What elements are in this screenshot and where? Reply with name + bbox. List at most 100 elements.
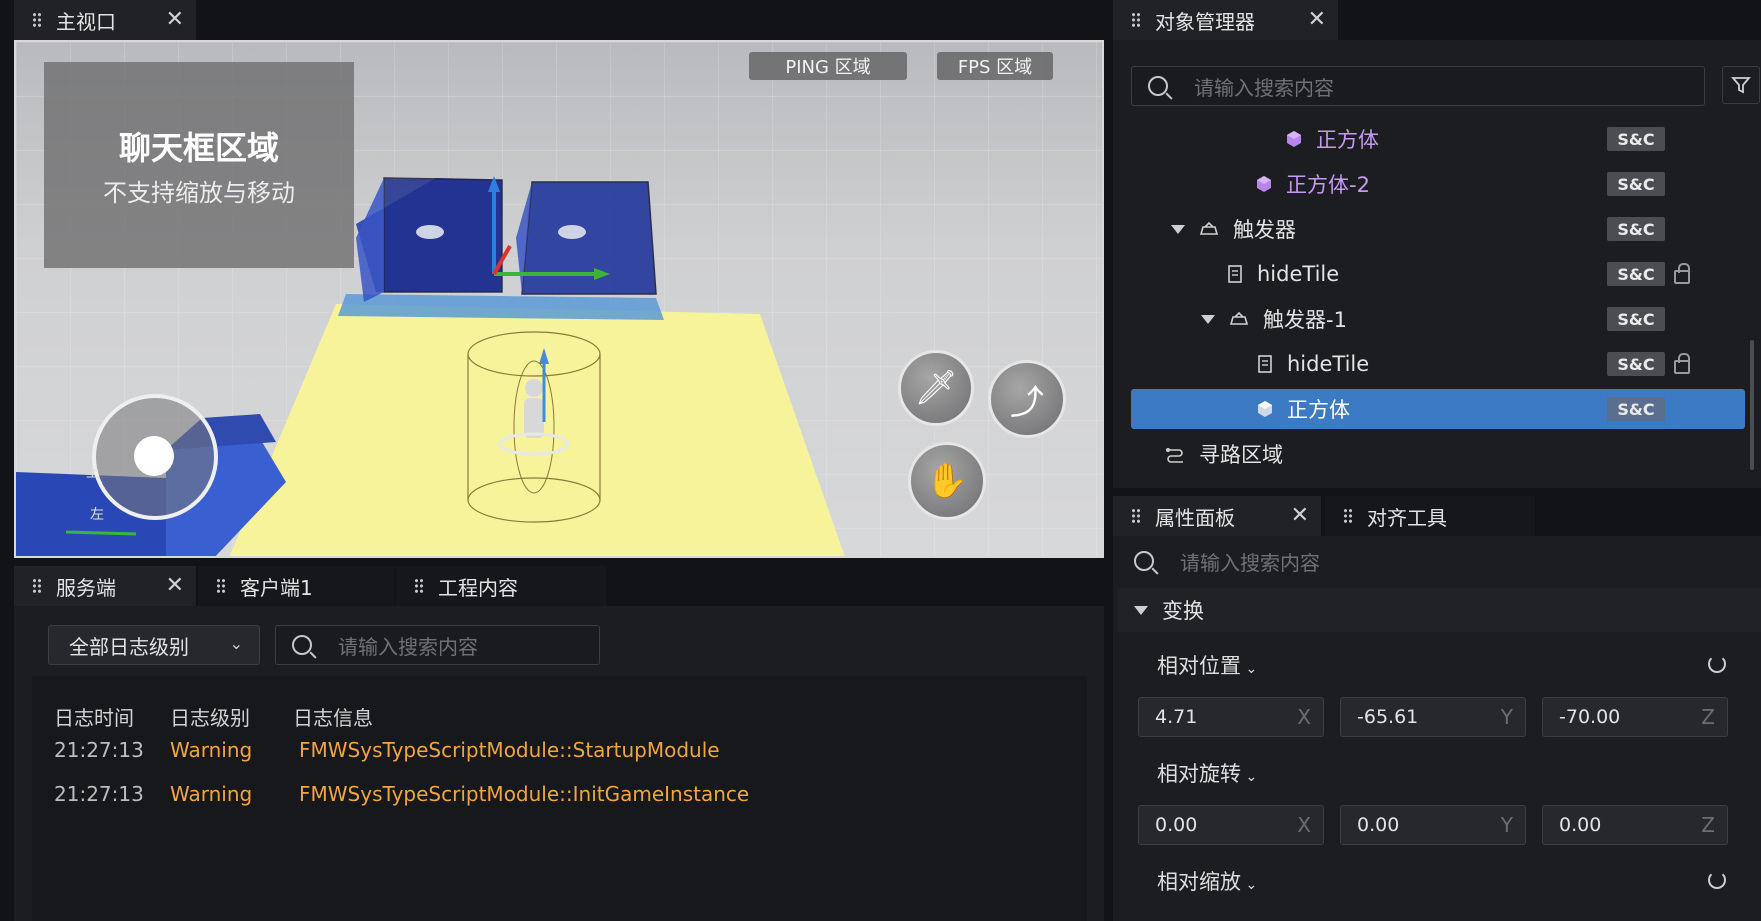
drag-handle-icon[interactable] [32,578,42,594]
log-message[interactable]: FMWSysTypeScriptModule::StartupModule [299,738,720,762]
tab-label: 对齐工具 [1367,505,1447,530]
interact-button[interactable]: ✋ [908,442,986,520]
tab-properties[interactable]: 属性面板 ✕ [1113,496,1321,536]
log-level-select[interactable]: 全部日志级别 ⌄ [48,625,260,665]
close-icon[interactable]: ✕ [166,575,184,597]
scrollbar[interactable] [1750,340,1754,470]
transform-section-header[interactable]: 变换 [1118,588,1761,632]
chat-area-subtitle: 不支持缩放与移动 [103,178,295,207]
tab-label: 工程内容 [438,575,518,600]
script-icon [1228,265,1242,283]
ping-area-label: PING 区域 [749,52,907,80]
tab-server[interactable]: 服务端 ✕ [14,566,196,606]
tab-label: 属性面板 [1155,505,1235,530]
search-placeholder: 请输入搜索内容 [1194,75,1334,100]
reset-icon[interactable] [1708,871,1726,889]
sc-badge: S&C [1607,307,1665,331]
axis-label: X [1297,813,1311,837]
relative-position-label[interactable]: 相对位置 ⌄ [1157,650,1257,680]
log-time: 21:27:13 [54,782,144,806]
drag-handle-icon[interactable] [1131,12,1141,28]
sc-badge: S&C [1607,262,1665,286]
properties-search-input[interactable]: 请输入搜索内容 [1118,541,1761,581]
rotation-y-field[interactable]: 0.00 Y [1340,805,1526,845]
tab-main-view[interactable]: 主视口 ✕ [14,0,196,40]
jump-icon: ⤴ [1010,382,1044,423]
attack-button[interactable]: 🗡 [898,350,974,426]
tab-client[interactable]: 客户端1 [198,566,394,606]
joystick-left-label: 左 [90,507,104,523]
axis-label: Z [1701,705,1715,729]
chat-area-title: 聊天框区域 [118,128,279,167]
filter-button[interactable] [1722,66,1760,104]
expand-arrow-icon[interactable] [1201,314,1215,324]
axis-label: Y [1500,705,1513,729]
lock-icon[interactable] [1674,263,1690,284]
main-viewport[interactable]: 聊天框区域 不支持缩放与移动 PING 区域 FPS 区域 上 左 🗡 ⤴ ✋ [14,40,1104,558]
search-icon [292,635,312,655]
position-y-field[interactable]: -65.61 Y [1340,697,1526,737]
object-search-input[interactable]: 请输入搜索内容 [1131,66,1705,106]
close-icon[interactable]: ✕ [1291,505,1309,527]
drag-handle-icon[interactable] [1343,508,1353,524]
tree-item-label: 触发器 [1233,218,1296,242]
tab-label: 服务端 [56,575,116,600]
position-x-field[interactable]: 4.71 X [1138,697,1324,737]
joystick-knob[interactable] [134,436,174,476]
log-message[interactable]: FMWSysTypeScriptModule::InitGameInstance [299,782,749,806]
log-level-value: 全部日志级别 [69,634,189,659]
close-icon[interactable]: ✕ [1308,9,1326,31]
log-level: Warning [170,738,253,762]
cube-icon [1287,131,1301,147]
jump-button[interactable]: ⤴ [988,360,1066,438]
section-title: 变换 [1162,599,1204,623]
search-icon [1148,76,1168,96]
drag-handle-icon[interactable] [1131,508,1141,524]
axis-label: Y [1500,813,1513,837]
cube-icon [1257,176,1271,192]
rotation-x-field[interactable]: 0.00 X [1138,805,1324,845]
column-header-time: 日志时间 [54,706,134,730]
navmesh-icon [1166,448,1183,463]
lock-icon[interactable] [1674,353,1690,374]
column-header-message: 日志信息 [293,706,373,730]
sc-badge: S&C [1607,217,1665,241]
chevron-down-icon: ⌄ [229,634,243,653]
axis-label: Z [1701,813,1715,837]
script-icon [1258,355,1272,373]
tree-item-label: 寻路区域 [1199,443,1283,467]
relative-scale-label[interactable]: 相对缩放 ⌄ [1157,866,1257,896]
tab-align-tools[interactable]: 对齐工具 [1325,496,1535,536]
tab-project[interactable]: 工程内容 [396,566,606,606]
virtual-joystick[interactable] [92,394,218,520]
expand-arrow-icon[interactable] [1171,224,1185,234]
sc-badge: S&C [1607,127,1665,151]
collapse-arrow-icon[interactable] [1134,605,1148,615]
search-placeholder: 请输入搜索内容 [1180,550,1320,575]
relative-rotation-label[interactable]: 相对旋转 ⌄ [1157,758,1257,788]
tab-label: 客户端1 [240,575,313,600]
sc-badge: S&C [1607,172,1665,196]
drag-handle-icon[interactable] [32,12,42,28]
tab-object-manager[interactable]: 对象管理器 ✕ [1113,0,1338,40]
log-time: 21:27:13 [54,738,144,762]
position-z-field[interactable]: -70.00 Z [1542,697,1728,737]
joystick-up-label: 上 [86,465,100,481]
close-icon[interactable]: ✕ [166,9,184,31]
sc-badge: S&C [1607,352,1665,376]
rotation-z-field[interactable]: 0.00 Z [1542,805,1728,845]
drag-handle-icon[interactable] [414,578,424,594]
tab-label: 对象管理器 [1155,9,1255,34]
reset-icon[interactable] [1708,655,1726,673]
search-placeholder: 请输入搜索内容 [338,634,478,659]
trigger-icon [1229,311,1249,325]
tab-label: 主视口 [56,9,116,34]
tree-item-navmesh[interactable]: 寻路区域 [1131,434,1746,474]
filter-icon [1731,77,1751,94]
drag-handle-icon[interactable] [216,578,226,594]
log-level: Warning [170,782,253,806]
tree-item-label: 正方体 [1287,398,1350,422]
tree-item-label: 正方体-2 [1286,173,1370,197]
chevron-down-icon: ⌄ [1241,661,1258,677]
console-search-input[interactable]: 请输入搜索内容 [275,625,600,665]
